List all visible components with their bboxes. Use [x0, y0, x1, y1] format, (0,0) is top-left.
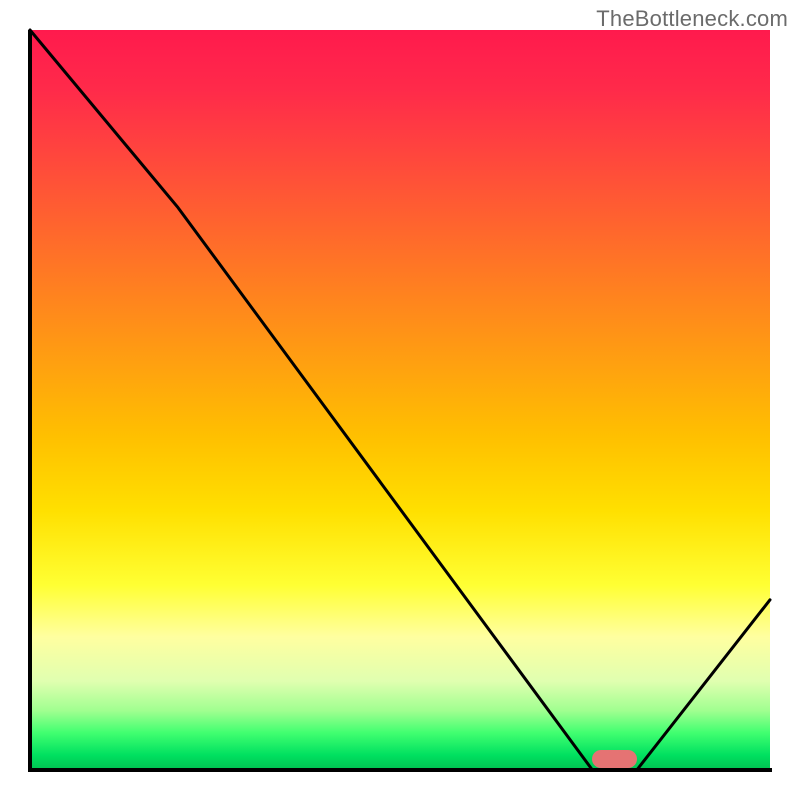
chart-svg: [30, 30, 770, 770]
bottleneck-curve-line: [30, 30, 770, 770]
chart-container: TheBottleneck.com: [0, 0, 800, 800]
optimal-marker: [592, 750, 636, 768]
watermark-text: TheBottleneck.com: [596, 6, 788, 32]
